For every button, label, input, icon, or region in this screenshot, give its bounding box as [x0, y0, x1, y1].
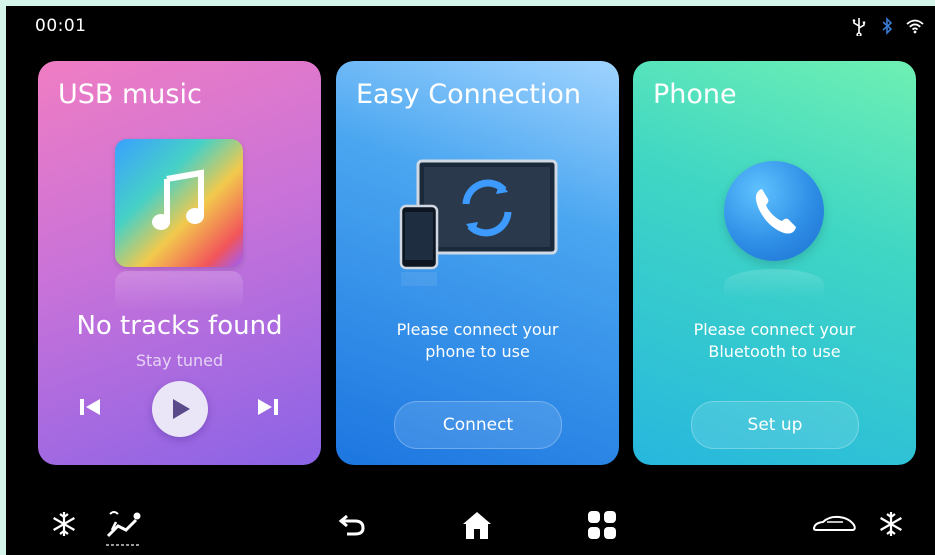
next-icon [258, 399, 278, 415]
infotainment-screen: 00:01 USB music No tracks found Stay tun… [6, 6, 935, 555]
snowflake-icon[interactable] [50, 510, 78, 542]
track-subtitle: Stay tuned [135, 351, 224, 370]
music-note-icon [152, 169, 204, 230]
car-icon[interactable] [811, 514, 857, 540]
bottom-dock [6, 502, 935, 555]
play-icon [173, 399, 190, 419]
easy-connection-card[interactable]: Easy Connection Please connect your phon… [336, 61, 619, 465]
track-title: No tracks found [76, 311, 283, 341]
phone-circle [724, 161, 824, 261]
setup-button[interactable]: Set up [691, 401, 859, 449]
phone-title: Phone [653, 79, 737, 110]
easy-connection-title: Easy Connection [356, 79, 582, 110]
usb-music-card[interactable]: USB music No tracks found Stay tuned [38, 61, 321, 465]
message-line: phone to use [425, 342, 530, 361]
album-reflection [115, 271, 243, 311]
previous-icon [80, 399, 100, 415]
apps-icon[interactable] [587, 510, 617, 544]
connect-button[interactable]: Connect [394, 401, 562, 449]
phone-to-car-sync-icon [399, 159, 558, 286]
usb-icon [849, 16, 869, 38]
message-line: Please connect your [396, 320, 559, 339]
status-icons [849, 16, 925, 38]
next-button[interactable] [256, 397, 280, 421]
clock: 00:01 [35, 16, 87, 36]
message-line: Please connect your [693, 320, 856, 339]
wifi-icon [905, 16, 925, 36]
home-icon[interactable] [461, 510, 493, 544]
back-icon[interactable] [337, 510, 367, 542]
phone-icon [755, 189, 796, 234]
phone-message: Please connect your Bluetooth to use [633, 319, 916, 363]
album-art [115, 139, 243, 267]
easy-connection-message: Please connect your phone to use [336, 319, 619, 363]
message-line: Bluetooth to use [708, 342, 841, 361]
phone-reflection [724, 269, 824, 299]
snowflake-icon[interactable] [877, 510, 905, 542]
usb-music-title: USB music [58, 79, 202, 110]
phone-card[interactable]: Phone Please connect your Bluetooth to u… [633, 61, 916, 465]
seat-airflow-icon[interactable] [104, 506, 142, 552]
bluetooth-icon [877, 16, 897, 36]
previous-button[interactable] [78, 397, 102, 421]
play-button[interactable] [152, 381, 208, 437]
status-bar: 00:01 [6, 6, 935, 46]
